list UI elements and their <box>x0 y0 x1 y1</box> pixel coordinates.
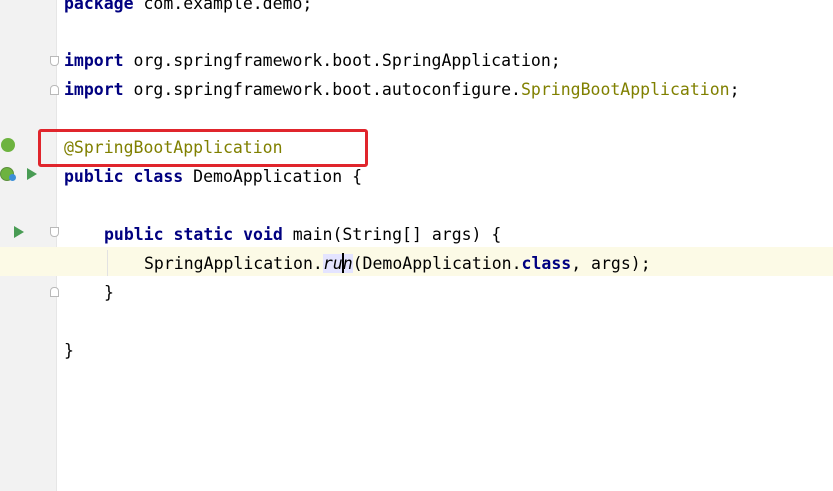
code-text: DemoApplication { <box>183 167 363 186</box>
code-text: } <box>104 283 114 302</box>
code-text: org.springframework.boot.SpringApplicati… <box>123 51 561 70</box>
run-icon[interactable] <box>14 226 24 238</box>
code-line-import-1[interactable]: import org.springframework.boot.SpringAp… <box>64 46 561 75</box>
gutter-separator <box>56 0 57 491</box>
code-text: ; <box>729 80 740 99</box>
indent-guide <box>107 250 108 276</box>
keyword: import <box>64 51 124 70</box>
code-text: com.example.demo; <box>133 0 313 13</box>
keyword: package <box>64 0 134 13</box>
code-text: , args); <box>571 254 651 273</box>
code-text: org.springframework.boot.autoconfigure. <box>123 80 521 99</box>
method-name: n <box>342 254 353 273</box>
code-text: SpringApplication. <box>144 254 323 273</box>
method-name-highlight: run <box>322 253 353 273</box>
fold-icon[interactable] <box>50 227 59 237</box>
code-editor[interactable]: package com.example.demo; import org.spr… <box>0 0 833 491</box>
code-text: } <box>64 341 74 360</box>
method-name: ru <box>322 254 343 273</box>
keyword: public class <box>64 167 184 186</box>
keyword: class <box>521 254 572 273</box>
code-line-main-method[interactable]: public static void main(String[] args) { <box>104 220 501 249</box>
code-line-run-call[interactable]: SpringApplication.run(DemoApplication.cl… <box>144 249 651 278</box>
spring-bean-dot-icon <box>9 174 16 181</box>
code-line-import-2[interactable]: import org.springframework.boot.autoconf… <box>64 75 740 104</box>
annotation-reference: SpringBootApplication <box>520 80 730 99</box>
code-line-close-class[interactable]: } <box>64 336 74 365</box>
fold-icon[interactable] <box>50 56 59 66</box>
keyword: public static void <box>104 225 283 244</box>
highlight-box <box>38 129 368 167</box>
code-line-package[interactable]: package com.example.demo; <box>64 0 312 18</box>
code-text: (DemoApplication. <box>352 254 522 273</box>
keyword: import <box>64 80 124 99</box>
code-text: main(String[] args) { <box>282 225 502 244</box>
gutter[interactable] <box>0 0 56 491</box>
run-icon[interactable] <box>27 168 37 180</box>
fold-icon[interactable] <box>50 85 59 95</box>
code-line-close-method[interactable]: } <box>104 278 114 307</box>
spring-bean-icon[interactable] <box>1 138 15 152</box>
fold-icon[interactable] <box>50 287 59 297</box>
